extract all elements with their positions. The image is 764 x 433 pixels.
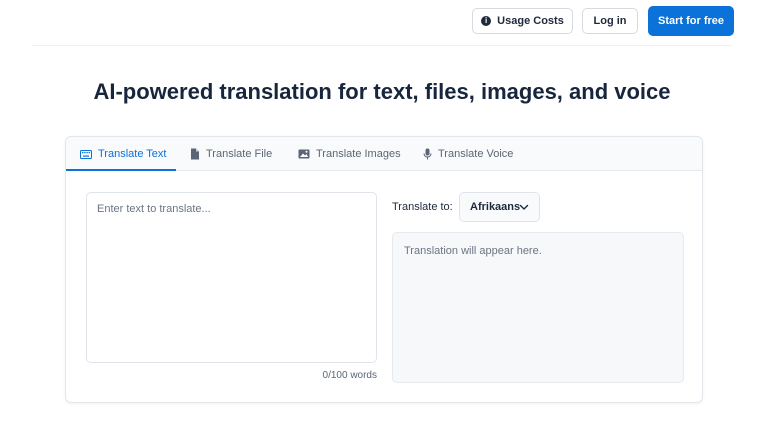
tab-translate-voice[interactable]: Translate Voice bbox=[423, 137, 513, 171]
keyboard-icon bbox=[80, 149, 92, 159]
chevron-down-icon bbox=[519, 202, 529, 215]
tab-label: Translate Voice bbox=[438, 148, 514, 160]
usage-costs-label: Usage Costs bbox=[497, 15, 564, 27]
start-for-free-button[interactable]: Start for free bbox=[648, 6, 734, 36]
tab-label: Translate Images bbox=[316, 148, 401, 160]
login-label: Log in bbox=[593, 15, 627, 27]
translate-to-label: Translate to: bbox=[392, 201, 453, 213]
target-language-select[interactable]: Afrikaans bbox=[459, 192, 540, 222]
file-icon bbox=[190, 148, 200, 160]
selected-language: Afrikaans bbox=[470, 201, 521, 213]
header-divider bbox=[32, 45, 732, 46]
tab-translate-text[interactable]: Translate Text bbox=[80, 137, 166, 171]
top-bar: i Usage Costs Log in Start for free bbox=[0, 0, 764, 46]
microphone-icon bbox=[423, 148, 432, 160]
word-count: 0/100 words bbox=[322, 370, 377, 381]
tab-translate-file[interactable]: Translate File bbox=[190, 137, 272, 171]
tab-label: Translate Text bbox=[98, 148, 167, 160]
translator-card: Translate Text Translate File Translate … bbox=[65, 136, 703, 403]
login-button[interactable]: Log in bbox=[582, 8, 638, 34]
start-label: Start for free bbox=[657, 15, 725, 27]
active-tab-indicator bbox=[66, 169, 176, 171]
translation-output: Translation will appear here. bbox=[392, 232, 684, 383]
page-title: AI-powered translation for text, files, … bbox=[93, 79, 671, 104]
translation-output-placeholder: Translation will appear here. bbox=[404, 245, 542, 257]
info-icon: i bbox=[481, 16, 492, 26]
tab-translate-images[interactable]: Translate Images bbox=[298, 137, 401, 171]
tab-bar: Translate Text Translate File Translate … bbox=[66, 137, 702, 171]
source-text-input[interactable] bbox=[86, 192, 377, 363]
image-icon bbox=[298, 149, 310, 159]
usage-costs-button[interactable]: i Usage Costs bbox=[472, 8, 573, 34]
tab-label: Translate File bbox=[206, 148, 273, 160]
